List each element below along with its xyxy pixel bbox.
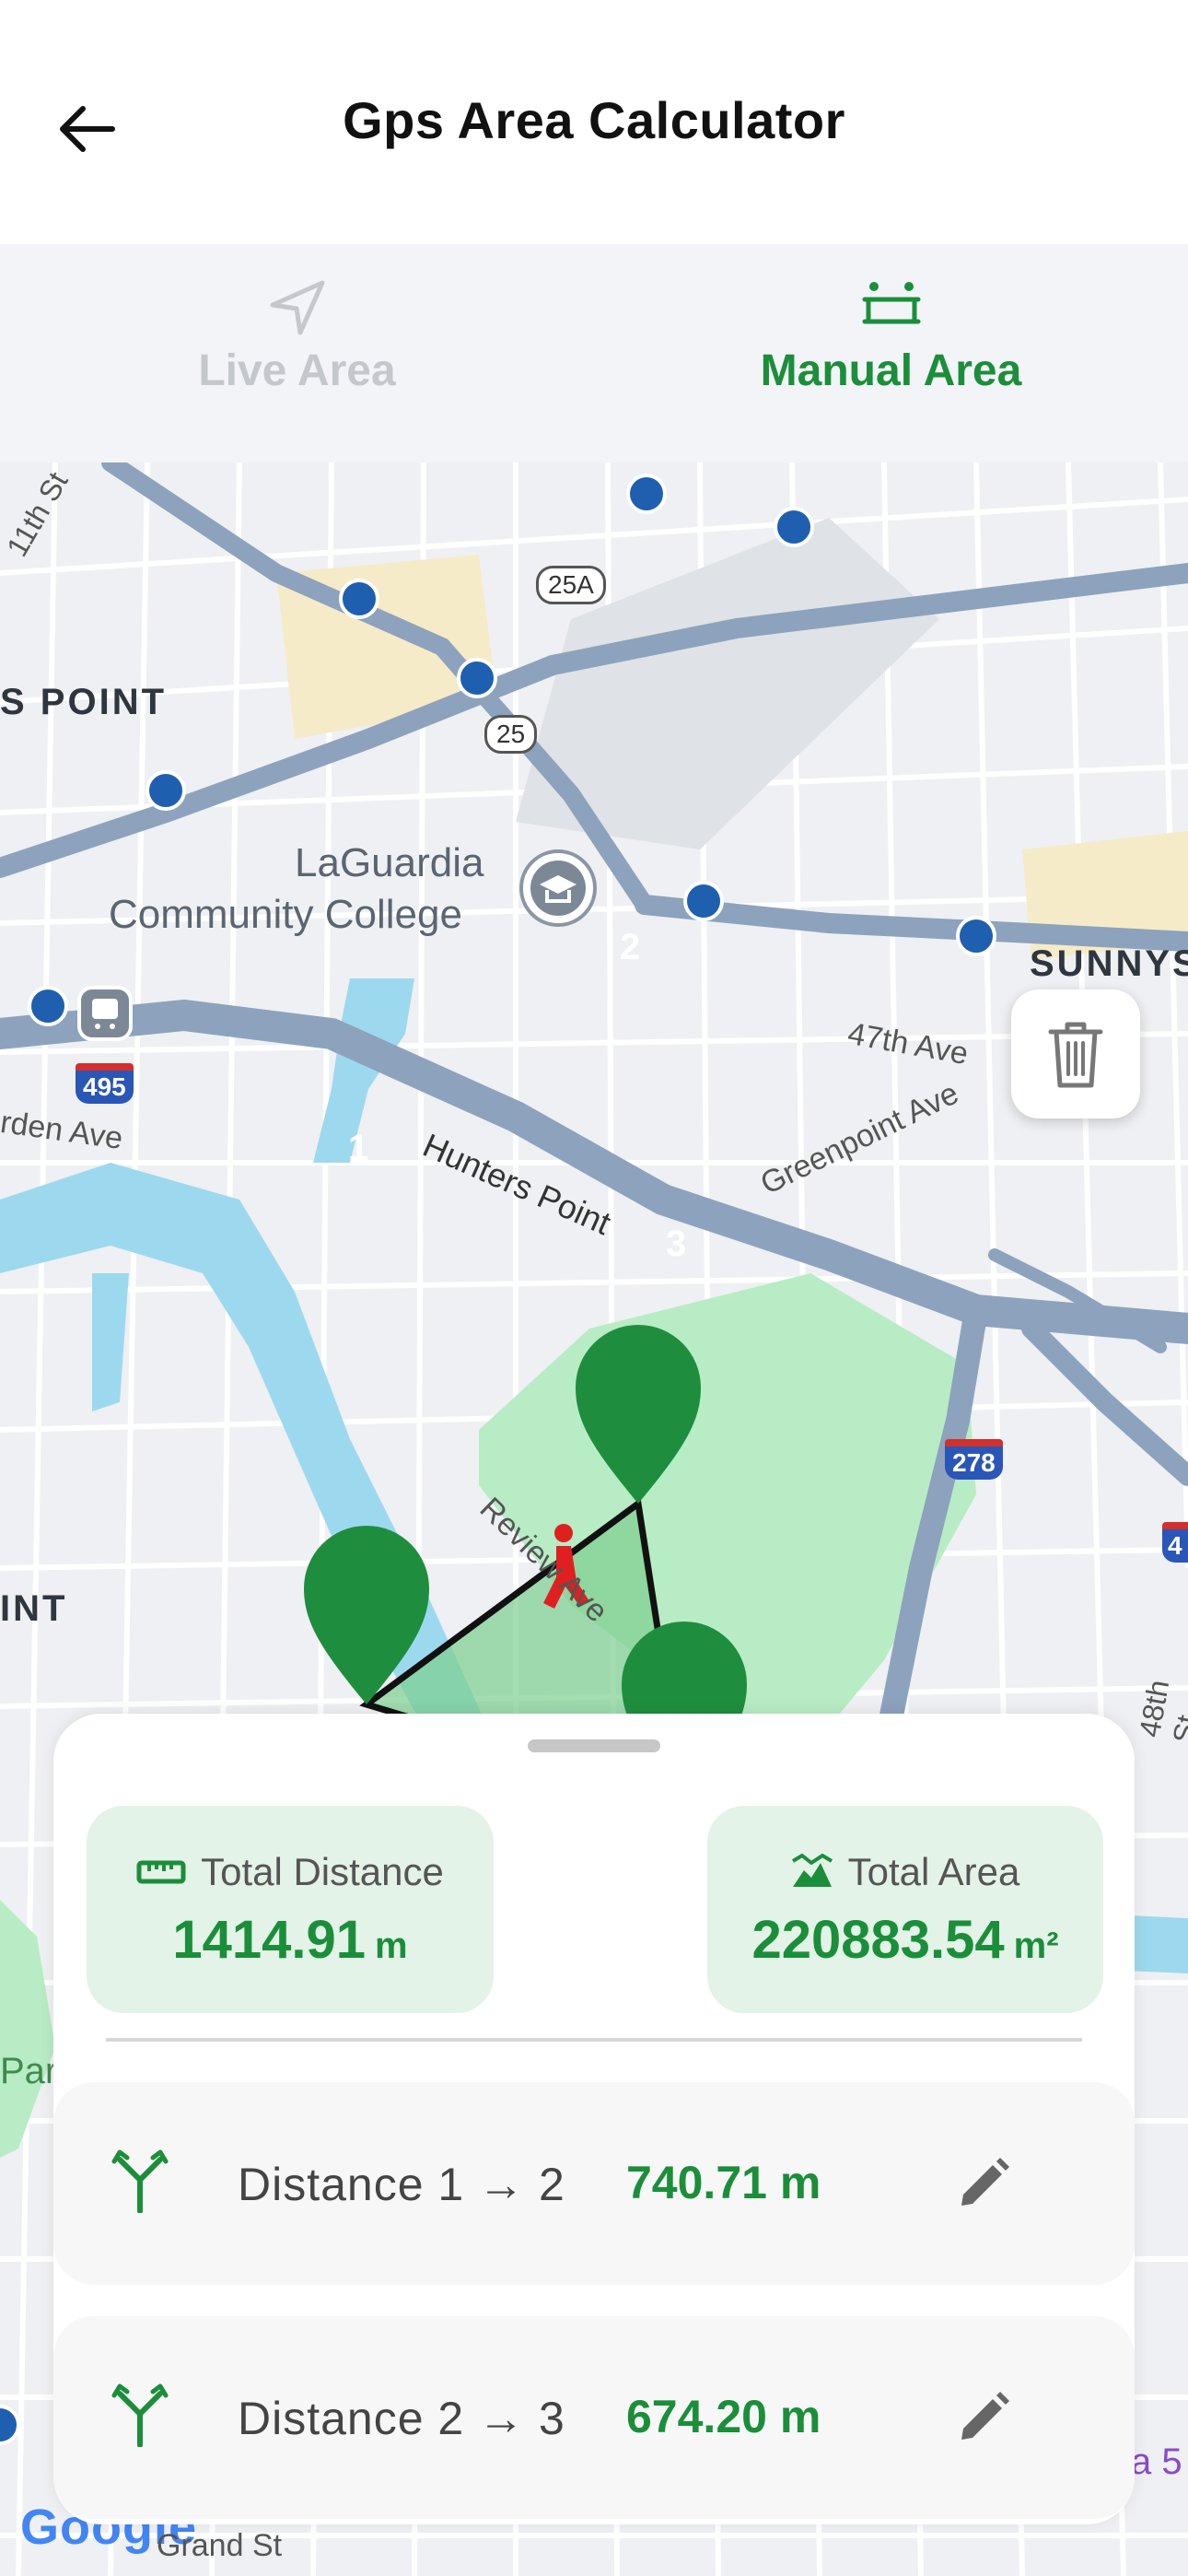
label-college-line1: LaGuardia: [295, 840, 484, 885]
label-int: INT: [0, 1588, 68, 1629]
app-header: Gps Area Calculator: [0, 0, 1188, 244]
terrain-area-icon: [791, 1854, 833, 1887]
inlet-water: [92, 1273, 129, 1411]
label-par: Par: [0, 2051, 58, 2091]
marker-2-label: 2: [620, 927, 641, 967]
tab-manual-area[interactable]: Manual Area: [594, 244, 1188, 463]
total-area-card: Total Area 220883.54 m²: [707, 1806, 1103, 2013]
ruler-icon: [136, 1860, 186, 1884]
trash-icon: [1048, 1022, 1103, 1088]
pencil-icon: [961, 2392, 1009, 2440]
edit-distance-1-2-button[interactable]: [947, 2147, 1020, 2220]
total-distance-unit: m: [375, 1926, 408, 1966]
label-a5: a 5: [1131, 2441, 1182, 2482]
total-distance-label: Total Distance: [201, 1850, 444, 1893]
train-station-icon: [77, 986, 133, 1041]
distance-row-2-3: Distance 2 → 3 674.20 m: [53, 2316, 1135, 2519]
marker-3-label: 3: [666, 1224, 687, 1264]
shield-25a: 25A: [536, 566, 606, 604]
total-area-value: 220883.54: [751, 1910, 1005, 1970]
distance-1-2-label: Distance 1 → 2: [238, 2159, 565, 2210]
results-sheet[interactable]: Total Distance 1414.91 m Total Area 22088…: [53, 1714, 1135, 2524]
distance-row-1-2: Distance 1 → 2 740.71 m: [53, 2082, 1135, 2285]
university-icon: [519, 849, 597, 927]
distance-2-3-value: 674.20 m: [626, 2391, 821, 2442]
shield-25: 25: [484, 715, 538, 754]
shield-4: 4: [1162, 1522, 1188, 1563]
shield-278: 278: [945, 1439, 1003, 1480]
total-area-label: Total Area: [847, 1850, 1020, 1893]
sheet-drag-handle[interactable]: [528, 1739, 660, 1752]
tab-live-area[interactable]: Live Area: [0, 244, 594, 463]
section-divider: [106, 2038, 1082, 2042]
manual-points-icon: [862, 282, 920, 324]
distance-2-3-label: Distance 2 → 3: [238, 2393, 565, 2444]
tab-live-area-label: Live Area: [198, 346, 396, 395]
merge-arrows-icon: [111, 2383, 169, 2448]
total-area-unit: m²: [1013, 1926, 1059, 1966]
total-distance-value: 1414.91: [172, 1910, 367, 1970]
delete-area-button[interactable]: [1011, 989, 1140, 1118]
shield-495: 495: [76, 1063, 134, 1104]
label-grand-st: Grand St: [157, 2528, 283, 2563]
edit-distance-2-3-button[interactable]: [947, 2381, 1020, 2454]
merge-arrows-icon: [111, 2149, 169, 2214]
tab-manual-area-label: Manual Area: [760, 346, 1022, 395]
label-s-point: S POINT: [0, 682, 168, 722]
total-distance-card: Total Distance 1414.91 m: [87, 1806, 494, 2013]
label-48th-st: 48th St: [1133, 1677, 1188, 1746]
label-sunnyside: SUNNYS: [1030, 943, 1188, 984]
navigation-arrow-icon: [270, 280, 324, 335]
label-college-line2: Community College: [109, 892, 462, 937]
marker-1-label: 1: [348, 1128, 369, 1168]
distance-1-2-value: 740.71 m: [626, 2157, 821, 2208]
page-title: Gps Area Calculator: [343, 91, 845, 149]
tab-bar: Live Area Manual Area: [0, 244, 1188, 707]
pencil-icon: [961, 2158, 1009, 2206]
